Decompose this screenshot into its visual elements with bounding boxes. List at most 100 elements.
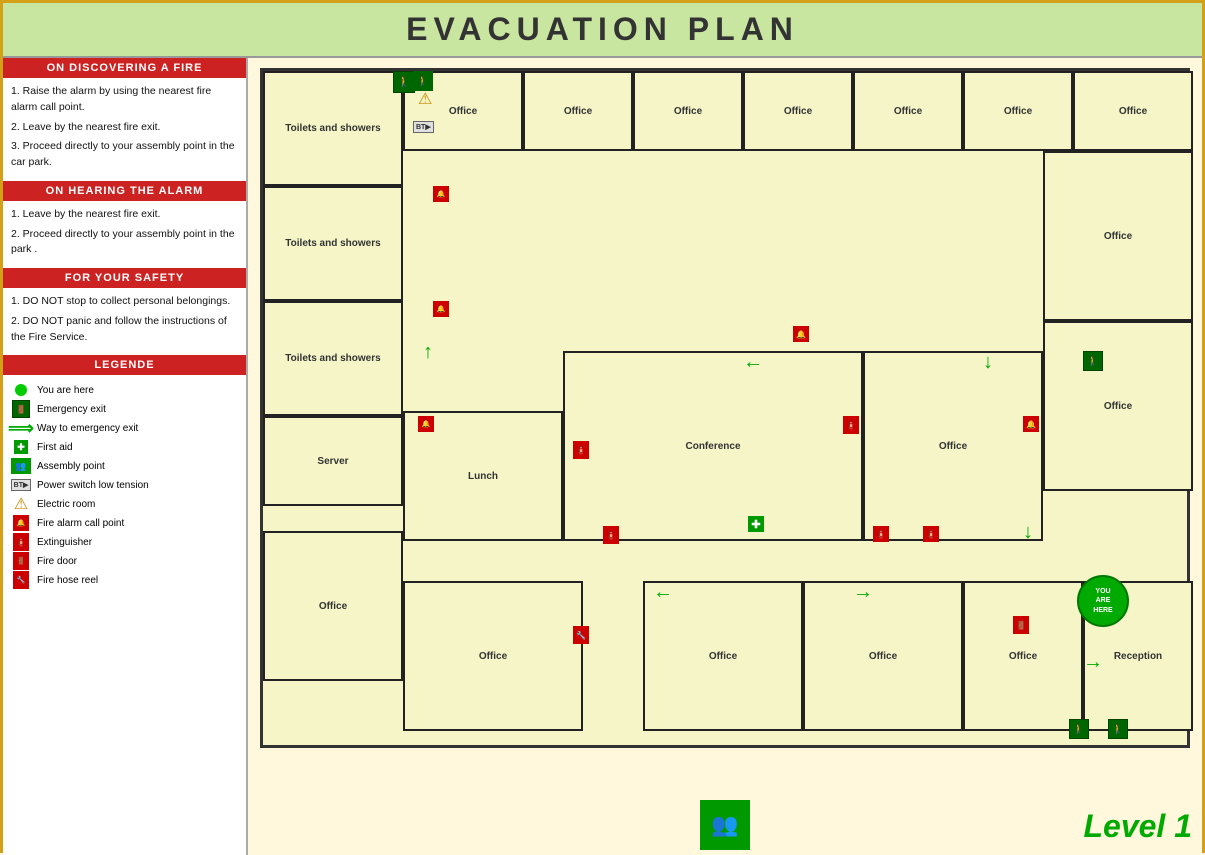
legend-extinguisher: 🧯 Extinguisher [11,534,238,550]
section-content-discovering: 1. Raise the alarm by using the nearest … [3,78,246,181]
warning-icon: ⚠ [14,494,28,514]
extinguisher-icon: 🧯 [923,526,939,542]
fire-alarm-icon: 🧯 [873,526,889,542]
exit-top: 🚶 [413,71,433,91]
legend-electric: ⚠ Electric room [11,496,238,512]
assembly-icon: 👥 [11,458,31,474]
fire-icon-right: 🧯 [843,416,859,434]
exit-bottom-2: 🚶 [1108,719,1128,739]
legend-alarm: 🔔 Fire alarm call point [11,515,238,531]
room-office3: Office [633,71,743,151]
fire-icon-r2: 🔔 [1023,416,1039,432]
section-content-alarm: 1. Leave by the nearest fire exit. 2. Pr… [3,201,246,268]
room-office6: Office [963,71,1073,151]
evacuation-arrow-icon: ← [653,581,673,604]
arrow-right-1: → [853,581,873,604]
you-are-here-label: YOU ARE HERE [1093,587,1112,614]
fire-alarm-2: 🔔 [433,301,449,317]
room-office-r2: Office [1043,321,1193,491]
room-toilets3: Toilets and showers [263,301,403,416]
hose-1: 🔧 [573,626,589,644]
arrow-down-2: ↓ [1023,521,1033,544]
legend-hose: 🔧 Fire hose reel [11,572,238,588]
bt-power-icon: BT▶ [413,121,434,133]
assembly-icon-bottom: 👥 [700,800,750,850]
arrow-up-1: ↑ [423,341,433,364]
exit-sign-icon: 🚶 [393,71,415,93]
green-dot-icon [15,384,27,396]
bt-switch: BT▶ [413,121,434,133]
hose-reel-icon: 🔧 [573,626,589,644]
fire-alarm-icon: 🔔 [433,301,449,317]
fire-icon-mid2: 🧯 [873,526,889,542]
extinguisher-icon: 🧯 [843,416,859,434]
evacuation-arrow-icon: ↓ [983,351,993,374]
assembly-point-bottom: 👥 [700,800,750,850]
room-toilets1: Toilets and showers [263,71,403,186]
exit-sign-icon: 🚶 [1083,351,1103,371]
floor-plan-area: Office Office Office Office Office Offic… [248,58,1202,855]
legend-bt: BT▶ Power switch low tension [11,477,238,493]
electric-warning-icon: ⚠ [418,89,432,109]
legend-label: Assembly point [37,461,105,472]
section-header-alarm: ON HEARING THE ALARM [3,181,246,201]
arrow-right-2: → [1083,651,1103,674]
page-title: EVACUATION PLAN [3,3,1202,58]
evacuation-arrow-icon: → [853,581,873,604]
room-office-bl: Office [263,531,403,681]
room-office5: Office [853,71,963,151]
legend-arrow: ⟹ Way to emergency exit [11,420,238,436]
exit-sign-icon: 🚶 [1108,719,1128,739]
firedoor-icon: 🚪 [1013,616,1029,634]
emergency-exit-topleft: 🚶 [393,71,415,93]
legend-label: Power switch low tension [37,480,149,491]
arrow-left-1: ← [743,351,763,374]
firstaid-icon: ✚ [748,516,764,532]
legend-label: First aid [37,442,73,453]
extinguisher-icon: 🧯 [573,441,589,459]
legend-firstaid: ✚ First aid [11,439,238,455]
arrow-left-2: ← [653,581,673,604]
exit-bottom-1: 🚶 [1069,719,1089,739]
exit-sign-icon: 🚶 [413,71,433,91]
evacuation-arrow-icon: ↓ [1023,521,1033,544]
bt-icon: BT▶ [11,479,32,491]
extinguisher-2: 🧯 [603,526,619,544]
exit-sign-icon: 🚶 [1069,719,1089,739]
extinguisher-icon: 🧯 [603,526,619,544]
fire-alarm-1: 🔔 [433,186,449,202]
arrow-down-1: ↓ [983,351,993,374]
room-office2: Office [523,71,633,151]
room-office4: Office [743,71,853,151]
room-toilets2: Toilets and showers [263,186,403,301]
extinguisher-lunch: 🧯 [573,441,589,459]
evacuation-arrow-icon: ← [743,351,763,374]
firedoor-icon: 🚪 [13,552,29,570]
evacuation-arrow-icon: ↑ [423,341,433,364]
legend-you-are-here: You are here [11,382,238,398]
firstaid-icon: ✚ [14,440,28,454]
evacuation-arrow-icon: → [1083,651,1103,674]
legend-label: Emergency exit [37,404,106,415]
section-header-safety: FOR YOUR SAFETY [3,268,246,288]
legend-label: Electric room [37,499,95,510]
fire-icon-mid: 🔔 [793,326,809,342]
room-office-bot3: Office [803,581,963,731]
fire-alarm-icon: 🔔 [433,186,449,202]
room-office-bot4: Office [963,581,1083,731]
legend-firedoor: 🚪 Fire door [11,553,238,569]
fire-alarm-3: 🔔 [418,416,434,432]
fire-alarm-icon: 🔔 [1023,416,1039,432]
legend-label: Extinguisher [37,537,92,548]
alarm-icon: 🔔 [13,515,29,531]
fire-alarm-icon: 🔔 [418,416,434,432]
first-aid-1: ✚ [748,516,764,532]
section-content-safety: 1. DO NOT stop to collect personal belon… [3,288,246,355]
fire-alarm-icon: 🔔 [793,326,809,342]
warning-triangle: ⚠ [418,89,432,109]
extinguisher-icon: 🧯 [13,533,29,551]
legend-label: Fire hose reel [37,575,98,586]
hose-icon: 🔧 [13,571,29,589]
level-indicator: Level 1 [1083,808,1192,845]
fire-icon-bot: 🚪 [1013,616,1029,634]
